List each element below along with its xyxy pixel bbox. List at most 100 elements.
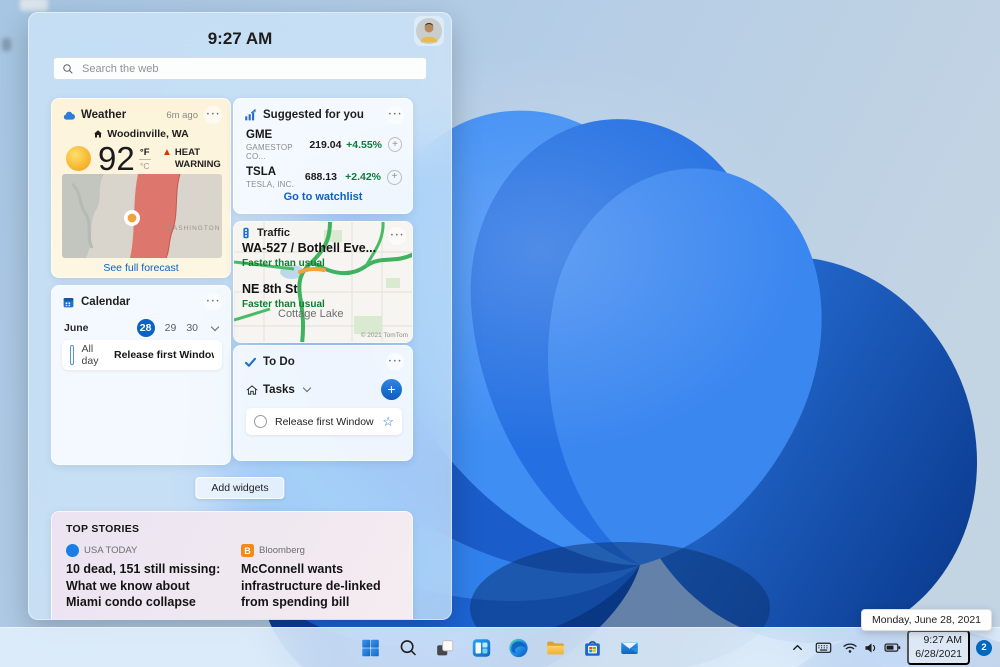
calendar-title: Calendar <box>81 296 131 308</box>
account-avatar[interactable] <box>414 16 444 46</box>
desktop-icon-remnant <box>2 38 11 51</box>
warning-icon: ▲ <box>162 147 172 159</box>
calendar-event[interactable]: All day Release first Windows 1... <box>62 340 222 370</box>
event-title: Release first Windows 1... <box>114 349 214 361</box>
stock-name: GAMESTOP CO... <box>246 142 293 161</box>
news-article[interactable]: USA TODAY 10 dead, 151 still missing: Wh… <box>66 544 223 611</box>
add-task-button[interactable]: + <box>381 379 402 400</box>
system-tray-status[interactable] <box>838 633 905 663</box>
todo-list-name[interactable]: Tasks <box>263 384 295 396</box>
weather-location: Woodinville, WA <box>107 128 189 140</box>
traffic-more-button[interactable] <box>388 227 406 245</box>
stock-change: +4.55% <box>346 138 383 151</box>
usa-today-logo-icon <box>66 544 79 557</box>
widgets-icon <box>472 638 491 657</box>
event-time: All day <box>81 343 99 367</box>
stock-price: 219.04 <box>309 138 342 151</box>
weather-widget[interactable]: Weather 6m ago Woodinville, WA 92 °F °C <box>51 98 231 278</box>
taskbar: 9:27 AM 6/28/2021 2 <box>0 627 1000 667</box>
top-stories-card: TOP STORIES USA TODAY 10 dead, 151 still… <box>51 511 413 619</box>
desktop: 9:27 AM Weather 6m <box>0 0 1000 667</box>
task-checkbox[interactable] <box>254 415 267 428</box>
bloomberg-logo-icon <box>241 544 254 557</box>
sunny-icon <box>66 146 91 171</box>
add-widgets-button[interactable]: Add widgets <box>195 477 285 499</box>
calendar-day[interactable]: 30 <box>186 322 198 334</box>
news-headline[interactable]: McConnell wants infrastructure de-linked… <box>241 561 398 611</box>
stock-price: 688.13 <box>304 171 337 184</box>
unit-toggle[interactable]: °F °C <box>138 147 151 171</box>
search-input[interactable] <box>80 61 418 76</box>
taskbar-clock[interactable]: 9:27 AM 6/28/2021 <box>907 629 970 666</box>
home-icon <box>246 384 258 395</box>
traffic-widget[interactable]: Traffic WA-527 / Bothell Eve... Faster t… <box>233 221 413 343</box>
edge-browser-button[interactable] <box>502 631 536 665</box>
folder-icon <box>547 641 564 654</box>
chevron-down-icon[interactable] <box>302 383 312 393</box>
go-to-watchlist-link[interactable]: Go to watchlist <box>234 191 412 203</box>
task-view-button[interactable] <box>428 631 462 665</box>
news-headline[interactable]: 10 dead, 151 still missing: What we know… <box>66 561 223 611</box>
calendar-month: June <box>64 322 89 334</box>
add-to-watchlist-button[interactable] <box>388 137 402 153</box>
tray-chevron-button[interactable] <box>786 633 809 663</box>
stock-symbol: GME <box>246 129 273 141</box>
microsoft-store-button[interactable] <box>576 631 610 665</box>
calendar-day-selected[interactable]: 28 <box>136 319 155 337</box>
todo-check-icon <box>244 357 257 367</box>
map-place-label: Cottage Lake <box>278 308 344 320</box>
stock-change: +2.42% <box>345 171 381 184</box>
todo-more-button[interactable] <box>386 353 404 371</box>
chevron-down-icon[interactable] <box>210 322 220 331</box>
top-stories-header: TOP STORIES <box>66 523 140 535</box>
widgets-panel: 9:27 AM Weather 6m <box>28 12 452 620</box>
stocks-title: Suggested for you <box>263 109 364 121</box>
traffic-title: Traffic <box>257 227 291 239</box>
battery-icon <box>884 643 901 652</box>
traffic-light-icon <box>243 227 249 239</box>
calendar-more-button[interactable] <box>204 293 222 311</box>
volume-icon <box>865 642 876 653</box>
todo-widget[interactable]: To Do Tasks + Release first Windows 11..… <box>233 345 413 461</box>
star-icon[interactable]: ☆ <box>382 415 394 428</box>
start-button[interactable] <box>354 631 388 665</box>
search-icon <box>63 63 73 73</box>
calendar-widget[interactable]: Calendar June 28 29 30 All day Release f… <box>51 285 231 465</box>
weather-map[interactable]: WASHINGTON <box>62 174 222 258</box>
stocks-more-button[interactable] <box>386 106 404 124</box>
stocks-widget[interactable]: Suggested for you GME GAMESTOP CO... 219… <box>233 98 413 214</box>
todo-task-row[interactable]: Release first Windows 11... ☆ <box>246 408 402 435</box>
task-title: Release first Windows 11... <box>275 415 374 428</box>
notification-badge[interactable]: 2 <box>976 639 992 656</box>
see-full-forecast-link[interactable]: See full forecast <box>52 262 230 274</box>
news-article[interactable]: Bloomberg McConnell wants infrastructure… <box>241 544 398 611</box>
keyboard-icon <box>815 642 832 653</box>
weather-more-button[interactable] <box>204 106 222 124</box>
stock-symbol: TSLA <box>246 165 277 178</box>
svg-text:WASHINGTON: WASHINGTON <box>166 225 220 232</box>
taskbar-search-button[interactable] <box>391 631 425 665</box>
unit-fahrenheit[interactable]: °F <box>140 147 150 158</box>
weather-title: Weather <box>81 109 127 121</box>
clock-date: 6/28/2021 <box>915 647 962 660</box>
search-bar[interactable] <box>53 57 427 80</box>
windows-logo-icon <box>362 639 379 656</box>
mail-button[interactable] <box>613 631 647 665</box>
file-explorer-button[interactable] <box>539 631 573 665</box>
touch-keyboard-button[interactable] <box>811 633 836 663</box>
stock-row-tsla[interactable]: TSLA TESLA, INC. 688.13 +2.42% <box>234 161 412 189</box>
unit-celsius[interactable]: °C <box>140 161 150 171</box>
chevron-up-icon <box>793 644 803 651</box>
stock-row-gme[interactable]: GME GAMESTOP CO... 219.04 +4.55% <box>234 124 412 161</box>
task-view-icon <box>437 639 454 655</box>
calendar-day[interactable]: 29 <box>165 322 177 334</box>
weather-updated: 6m ago <box>166 109 198 121</box>
widgets-button[interactable] <box>465 631 499 665</box>
store-icon <box>585 640 600 656</box>
heat-warning: ▲ HEAT WARNING <box>162 147 221 170</box>
todo-title: To Do <box>263 356 295 368</box>
home-icon <box>94 130 103 138</box>
date-tooltip: Monday, June 28, 2021 <box>861 609 992 631</box>
add-to-watchlist-button[interactable] <box>387 169 402 185</box>
search-icon <box>400 640 416 656</box>
